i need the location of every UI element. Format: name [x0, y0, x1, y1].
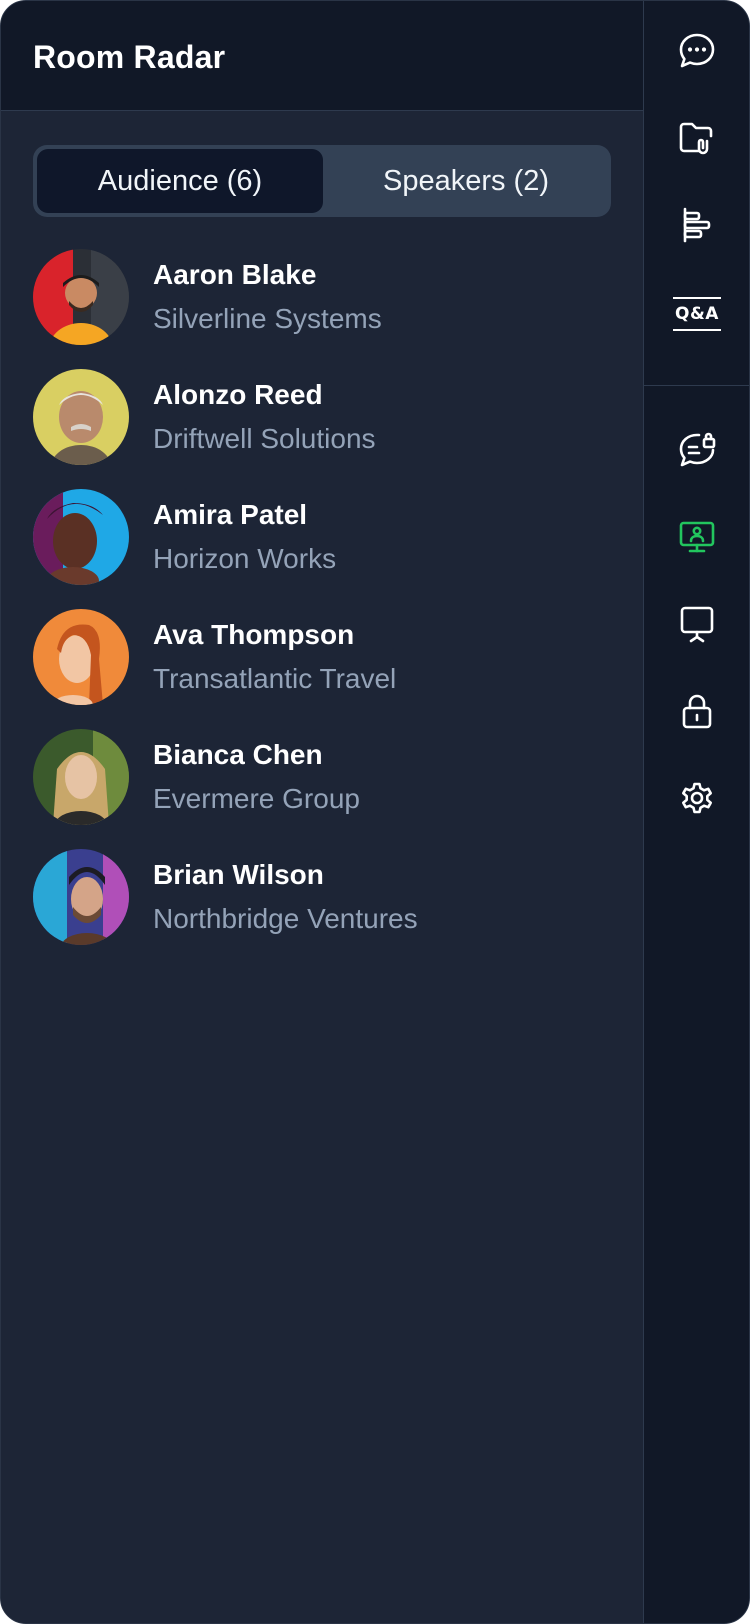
whiteboard-icon	[677, 604, 717, 649]
list-item[interactable]: Amira Patel Horizon Works	[1, 489, 643, 609]
attendee-company: Driftwell Solutions	[153, 423, 376, 454]
lock-button[interactable]	[665, 681, 729, 745]
tab-audience[interactable]: Audience (6)	[37, 149, 323, 213]
attendee-name: Brian Wilson	[153, 859, 324, 890]
presenter-button[interactable]	[665, 507, 729, 571]
avatar	[33, 729, 129, 825]
list-item[interactable]: Ava Thompson Transatlantic Travel	[1, 609, 643, 729]
attendee-name: Alonzo Reed	[153, 379, 323, 410]
rail-divider	[644, 385, 749, 386]
folder-attachment-icon	[677, 118, 717, 163]
side-rail: Q&A	[643, 1, 749, 1623]
qa-button[interactable]: Q&A	[665, 282, 729, 346]
attendee-name: Ava Thompson	[153, 619, 355, 650]
attendee-company: Transatlantic Travel	[153, 663, 397, 694]
avatar	[33, 609, 129, 705]
attendee-name: Amira Patel	[153, 499, 308, 530]
attendee-name: Aaron Blake	[153, 259, 317, 290]
list-item[interactable]: Alonzo Reed Driftwell Solutions	[1, 369, 643, 489]
tab-speakers[interactable]: Speakers (2)	[323, 149, 609, 213]
avatar	[33, 489, 129, 585]
panel-header: Room Radar	[1, 1, 643, 111]
attendee-company: Evermere Group	[153, 783, 360, 814]
attendee-company: Horizon Works	[153, 543, 337, 574]
avatar	[33, 369, 129, 465]
attendee-company: Northbridge Ventures	[153, 903, 418, 934]
chat-button[interactable]	[665, 21, 729, 85]
qa-icon: Q&A	[673, 297, 721, 331]
files-button[interactable]	[665, 108, 729, 172]
list-item[interactable]: Aaron Blake Silverline Systems	[1, 249, 643, 369]
page-title: Room Radar	[33, 39, 226, 75]
attendee-list: Aaron Blake Silverline Systems Alonzo Re…	[1, 249, 643, 969]
attendee-company: Silverline Systems	[153, 303, 382, 334]
private-chat-icon	[677, 430, 717, 475]
private-chat-button[interactable]	[665, 420, 729, 484]
audience-speakers-tabs: Audience (6) Speakers (2)	[33, 145, 611, 217]
main-panel: Room Radar Audience (6) Speakers (2) Aar…	[1, 1, 643, 1623]
avatar	[33, 849, 129, 945]
presenter-screen-icon	[677, 517, 717, 562]
whiteboard-button[interactable]	[665, 594, 729, 658]
agenda-icon	[677, 205, 717, 250]
attendee-name: Bianca Chen	[153, 739, 323, 770]
avatar	[33, 249, 129, 345]
lock-icon	[677, 691, 717, 736]
list-item[interactable]: Bianca Chen Evermere Group	[1, 729, 643, 849]
settings-button[interactable]	[665, 768, 729, 832]
agenda-button[interactable]	[665, 195, 729, 259]
list-item[interactable]: Brian Wilson Northbridge Ventures	[1, 849, 643, 969]
settings-icon	[677, 778, 717, 823]
chat-icon	[677, 31, 717, 76]
app-window: Room Radar Audience (6) Speakers (2) Aar…	[0, 0, 750, 1624]
